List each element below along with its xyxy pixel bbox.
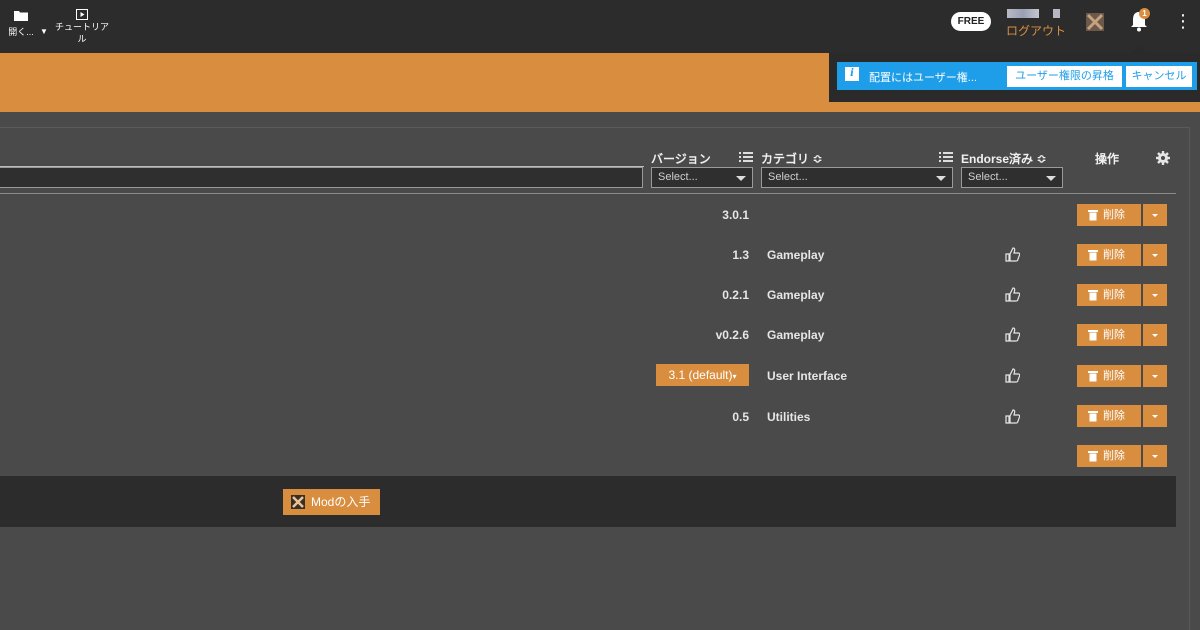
notification-count-badge: 1 bbox=[1139, 8, 1150, 19]
mod-version: 0.2.1 bbox=[722, 288, 749, 302]
actions-column-header: 操作 bbox=[1095, 152, 1120, 166]
notification-pointer bbox=[1131, 45, 1147, 53]
mod-category: User Interface bbox=[767, 369, 848, 383]
remove-label: 削除 bbox=[1103, 329, 1125, 341]
nexus-logo-icon bbox=[291, 495, 305, 509]
thumbs-up-icon[interactable] bbox=[1005, 247, 1020, 262]
remove-dropdown-button[interactable] bbox=[1143, 405, 1167, 427]
remove-button[interactable]: 削除 bbox=[1077, 284, 1141, 306]
open-dropdown-caret-icon[interactable]: ▼ bbox=[40, 27, 48, 36]
endorsed-filter-select[interactable]: Select... bbox=[961, 167, 1063, 188]
endorsed-filter-value: Select... bbox=[968, 171, 1008, 183]
gear-icon[interactable] bbox=[1155, 150, 1171, 166]
thumbs-up-icon[interactable] bbox=[1005, 287, 1020, 302]
trash-icon bbox=[1088, 411, 1098, 422]
version-filter-select[interactable]: Select... bbox=[651, 167, 753, 188]
version-select-button[interactable]: 3.1 (default)▾ bbox=[656, 364, 749, 386]
thumbs-up-icon[interactable] bbox=[1005, 327, 1020, 342]
mod-version: 1.3 bbox=[732, 248, 749, 262]
endorsed-column-header[interactable]: Endorse済み ≎ bbox=[961, 150, 1046, 167]
trash-icon bbox=[1088, 371, 1098, 382]
remove-button[interactable]: 削除 bbox=[1077, 405, 1141, 427]
elevate-permission-button[interactable]: ユーザー権限の昇格 bbox=[1007, 66, 1122, 87]
thumbs-up-icon[interactable] bbox=[1005, 409, 1020, 424]
get-mods-button[interactable]: Modの入手 bbox=[283, 489, 380, 515]
trash-icon bbox=[1088, 451, 1098, 462]
trash-icon bbox=[1088, 250, 1098, 261]
get-mods-label: Modの入手 bbox=[311, 495, 371, 509]
remove-label: 削除 bbox=[1103, 370, 1125, 382]
category-column-header[interactable]: カテゴリ ≎ bbox=[761, 150, 822, 167]
remove-button[interactable]: 削除 bbox=[1077, 445, 1141, 467]
remove-button[interactable]: 削除 bbox=[1077, 324, 1141, 346]
remove-button[interactable]: 削除 bbox=[1077, 204, 1141, 226]
remove-label: 削除 bbox=[1103, 450, 1125, 462]
list-icon[interactable] bbox=[739, 151, 753, 163]
remove-dropdown-button[interactable] bbox=[1143, 324, 1167, 346]
mod-version: 3.1 (default) bbox=[668, 368, 733, 382]
notification-message: 配置にはユーザー権... bbox=[869, 72, 977, 84]
mod-version: 3.0.1 bbox=[722, 208, 749, 222]
remove-dropdown-button[interactable] bbox=[1143, 445, 1167, 467]
trash-icon bbox=[1088, 210, 1098, 221]
more-menu-icon[interactable]: ⋮ bbox=[1174, 10, 1192, 32]
remove-dropdown-button[interactable] bbox=[1143, 365, 1167, 387]
plan-badge: FREE bbox=[951, 12, 991, 31]
category-filter-value: Select... bbox=[768, 171, 808, 183]
remove-button[interactable]: 削除 bbox=[1077, 244, 1141, 266]
mod-category: Gameplay bbox=[767, 288, 825, 302]
list-footer bbox=[0, 476, 1176, 527]
nexus-logo-icon[interactable] bbox=[1084, 11, 1106, 33]
folder-icon bbox=[14, 11, 28, 21]
list-icon[interactable] bbox=[939, 151, 953, 163]
mod-category: Gameplay bbox=[767, 248, 825, 262]
remove-button[interactable]: 削除 bbox=[1077, 365, 1141, 387]
chevron-down-icon bbox=[936, 176, 946, 181]
video-icon bbox=[76, 9, 88, 20]
trash-icon bbox=[1088, 330, 1098, 341]
chevron-down-icon bbox=[1046, 176, 1056, 181]
info-icon: i bbox=[845, 67, 859, 81]
thumbs-up-icon[interactable] bbox=[1005, 368, 1020, 383]
chevron-down-icon: ▾ bbox=[732, 372, 737, 381]
remove-label: 削除 bbox=[1103, 249, 1125, 261]
version-column-header[interactable]: バージョン bbox=[651, 150, 711, 167]
remove-label: 削除 bbox=[1103, 289, 1125, 301]
name-filter-input[interactable] bbox=[0, 167, 643, 188]
cancel-button[interactable]: キャンセル bbox=[1126, 66, 1192, 87]
remove-dropdown-button[interactable] bbox=[1143, 204, 1167, 226]
open-label: 開く... bbox=[8, 27, 34, 37]
open-button[interactable]: 開く... bbox=[4, 10, 38, 38]
remove-dropdown-button[interactable] bbox=[1143, 284, 1167, 306]
remove-dropdown-button[interactable] bbox=[1143, 244, 1167, 266]
logout-link[interactable]: ログアウト bbox=[1006, 22, 1066, 39]
category-filter-select[interactable]: Select... bbox=[761, 167, 953, 188]
mod-category: Utilities bbox=[767, 410, 811, 424]
mod-category: Gameplay bbox=[767, 328, 825, 342]
username-redacted bbox=[1007, 9, 1039, 18]
mod-version: 0.5 bbox=[732, 410, 749, 424]
header-separator bbox=[0, 193, 1176, 194]
chevron-down-icon bbox=[736, 176, 746, 181]
trash-icon bbox=[1088, 290, 1098, 301]
tutorial-label: チュートリアル bbox=[54, 22, 109, 44]
remove-label: 削除 bbox=[1103, 410, 1125, 422]
remove-label: 削除 bbox=[1103, 209, 1125, 221]
mod-version: v0.2.6 bbox=[715, 328, 749, 342]
version-filter-value: Select... bbox=[658, 171, 698, 183]
username-redacted-2 bbox=[1053, 9, 1060, 18]
tutorial-button[interactable]: チュートリアル bbox=[54, 9, 110, 45]
